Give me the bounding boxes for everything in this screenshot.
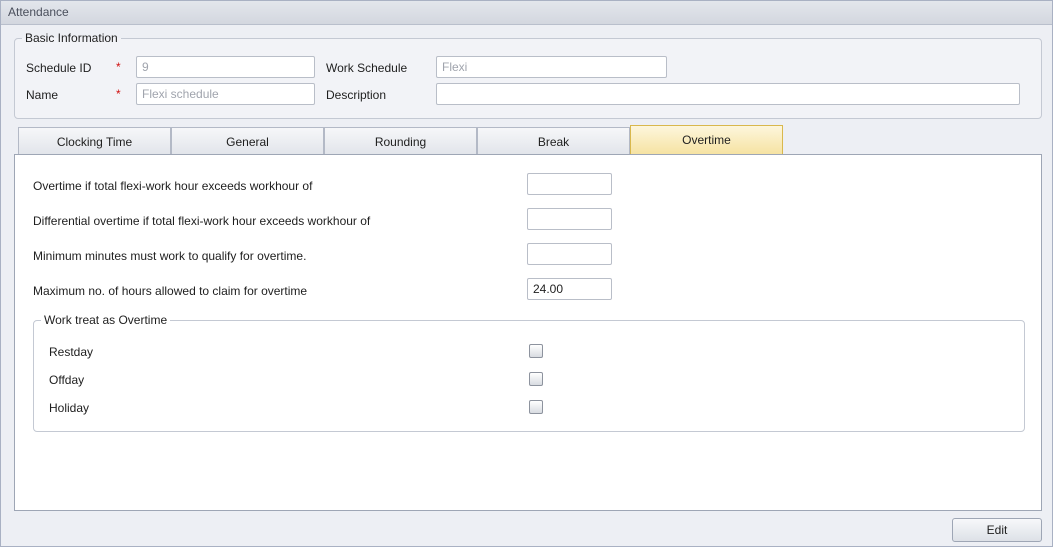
holiday-checkbox[interactable] (529, 400, 543, 414)
maximum-hours-input[interactable] (527, 278, 612, 300)
overtime-threshold-label: Overtime if total flexi-work hour exceed… (33, 179, 313, 193)
tab-rounding[interactable]: Rounding (324, 127, 477, 155)
name-label: Name (26, 88, 59, 102)
work-treat-legend: Work treat as Overtime (44, 313, 168, 327)
description-input[interactable] (436, 83, 1020, 105)
tab-general[interactable]: General (171, 127, 324, 155)
restday-label: Restday (49, 345, 94, 359)
holiday-label: Holiday (49, 401, 90, 415)
differential-overtime-label: Differential overtime if total flexi-wor… (33, 214, 371, 228)
tab-break[interactable]: Break (477, 127, 630, 155)
overtime-threshold-input[interactable] (527, 173, 612, 195)
tab-overtime[interactable]: Overtime (630, 125, 783, 155)
minimum-minutes-label: Minimum minutes must work to qualify for… (33, 249, 307, 263)
name-required-mark: * (116, 87, 121, 101)
offday-checkbox[interactable] (529, 372, 543, 386)
differential-overtime-input[interactable] (527, 208, 612, 230)
work-schedule-label: Work Schedule (326, 61, 408, 75)
schedule-id-label: Schedule ID (26, 61, 92, 75)
window-title: Attendance (1, 1, 1052, 25)
maximum-hours-label: Maximum no. of hours allowed to claim fo… (33, 284, 308, 298)
overtime-panel: Overtime if total flexi-work hour exceed… (14, 154, 1042, 511)
offday-label: Offday (49, 373, 85, 387)
description-label: Description (326, 88, 387, 102)
restday-checkbox[interactable] (529, 344, 543, 358)
edit-button[interactable]: Edit (952, 518, 1042, 542)
schedule-id-input[interactable] (136, 56, 315, 78)
work-schedule-input[interactable] (436, 56, 667, 78)
minimum-minutes-input[interactable] (527, 243, 612, 265)
name-input[interactable] (136, 83, 315, 105)
tab-clocking-time[interactable]: Clocking Time (18, 127, 171, 155)
basic-information-legend: Basic Information (25, 31, 118, 45)
schedule-id-required-mark: * (116, 60, 121, 74)
attendance-window: Attendance Basic Information Schedule ID… (0, 0, 1053, 547)
